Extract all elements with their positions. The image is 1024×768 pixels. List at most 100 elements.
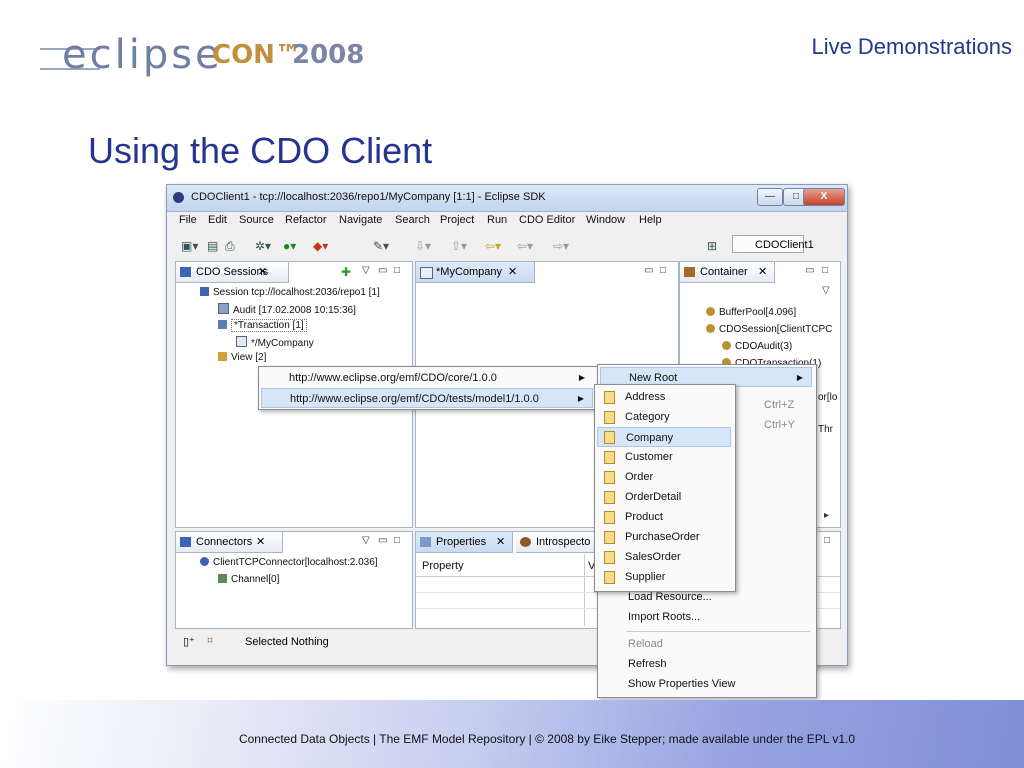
- menu-search[interactable]: Search: [395, 214, 430, 226]
- menu-item-salesorder[interactable]: SalesOrder: [597, 547, 731, 567]
- forward-icon[interactable]: ⇨▾: [553, 239, 569, 253]
- external-tools-icon[interactable]: ◆▾: [313, 239, 328, 253]
- menu-item-refresh[interactable]: Refresh: [628, 654, 667, 674]
- new-icon[interactable]: ▣▾: [181, 239, 198, 253]
- tree-item-audit[interactable]: Audit [17.02.2008 10:15:36]: [218, 303, 356, 316]
- tree-item-partial[interactable]: Thr: [818, 424, 833, 435]
- tree-label: Channel[0]: [231, 574, 280, 585]
- tab-mycompany[interactable]: *MyCompany ✕: [416, 262, 535, 283]
- minimize-view-icon[interactable]: ▭: [378, 535, 387, 546]
- tab-cdo-sessions[interactable]: CDO Sessions ✕: [176, 262, 289, 283]
- menu-item-label: http://www.eclipse.org/emf/CDO/tests/mod…: [290, 393, 539, 405]
- view-menu-icon[interactable]: ▽: [362, 265, 370, 276]
- maximize-view-icon[interactable]: □: [394, 535, 400, 546]
- last-edit-icon[interactable]: ⇦▾: [485, 239, 501, 253]
- menu-item-import-roots[interactable]: Import Roots...: [628, 607, 700, 627]
- tree-item-cdoaudit[interactable]: CDOAudit(3): [722, 341, 792, 352]
- close-button[interactable]: X: [803, 188, 845, 206]
- view-menu-icon[interactable]: ▽: [362, 535, 370, 546]
- tree-item-bufferpool[interactable]: BufferPool[4.096]: [706, 307, 796, 318]
- maximize-view-icon[interactable]: □: [660, 265, 666, 276]
- maximize-view-icon[interactable]: □: [394, 265, 400, 276]
- back-icon[interactable]: ⇦▾: [517, 239, 533, 253]
- close-tab-icon[interactable]: ✕: [758, 262, 767, 282]
- connector-icon: [180, 537, 191, 547]
- next-annotation-icon[interactable]: ⇩▾: [415, 239, 431, 253]
- menu-cdo-editor[interactable]: CDO Editor: [519, 214, 575, 226]
- resource-icon: [236, 336, 247, 347]
- menu-item-address[interactable]: Address: [597, 387, 731, 407]
- menu-item-reload[interactable]: Reload: [628, 634, 663, 654]
- tree-label: View [2]: [231, 352, 267, 363]
- prev-annotation-icon[interactable]: ⇧▾: [451, 239, 467, 253]
- menubar: File Edit Source Refactor Navigate Searc…: [167, 211, 847, 231]
- logo-eclipse-text: eclipse: [62, 32, 223, 78]
- view-menu-icon[interactable]: ▽: [822, 285, 830, 296]
- close-tab-icon[interactable]: ✕: [508, 262, 517, 282]
- menu-separator: [626, 631, 810, 632]
- menu-item-category[interactable]: Category: [597, 407, 731, 427]
- tree-item-cdosession[interactable]: CDOSession[ClientTCPC: [706, 324, 838, 335]
- perspective-switcher[interactable]: CDOClient1: [732, 235, 814, 253]
- menu-item-customer[interactable]: Customer: [597, 447, 731, 467]
- tree-label: */MyCompany: [251, 338, 314, 349]
- menu-item-company[interactable]: Company: [597, 427, 731, 447]
- scroll-right-icon[interactable]: ▸: [824, 510, 829, 521]
- window-title: CDOClient1 - tcp://localhost:2036/repo1/…: [191, 191, 546, 203]
- menu-item-orderdetail[interactable]: OrderDetail: [597, 487, 731, 507]
- print-icon[interactable]: ⎙: [225, 239, 235, 254]
- menu-file[interactable]: File: [179, 214, 197, 226]
- debug-icon[interactable]: ✲▾: [255, 239, 271, 253]
- tree-item-transaction[interactable]: *Transaction [1]: [218, 319, 307, 332]
- minimize-view-icon[interactable]: ▭: [378, 265, 387, 276]
- minimize-view-icon[interactable]: ▭: [644, 265, 653, 276]
- tab-properties[interactable]: Properties ✕: [416, 532, 513, 553]
- menu-source[interactable]: Source: [239, 214, 274, 226]
- submenu-arrow-icon: ▶: [578, 373, 585, 382]
- tab-connectors[interactable]: Connectors ✕: [176, 532, 283, 553]
- close-tab-icon[interactable]: ✕: [256, 532, 265, 552]
- menu-item-product[interactable]: Product: [597, 507, 731, 527]
- window-titlebar[interactable]: CDOClient1 - tcp://localhost:2036/repo1/…: [167, 185, 847, 212]
- tree-item-connector[interactable]: ClientTCPConnector[localhost:2.036]: [200, 557, 378, 568]
- tree-item-view[interactable]: View [2]: [218, 352, 266, 363]
- close-tab-icon[interactable]: ✕: [258, 262, 267, 282]
- maximize-view-icon[interactable]: □: [822, 265, 828, 276]
- menu-run[interactable]: Run: [487, 214, 507, 226]
- tree-item-session[interactable]: Session tcp://localhost:2036/repo1 [1]: [200, 287, 380, 298]
- session-icon: [200, 287, 209, 296]
- tab-container[interactable]: Container ✕: [680, 262, 775, 283]
- tree-label: CDOSession[ClientTCPC: [719, 324, 833, 335]
- close-tab-icon[interactable]: ✕: [496, 532, 505, 552]
- minimize-button[interactable]: —: [757, 188, 783, 206]
- menu-help[interactable]: Help: [639, 214, 662, 226]
- tree-item-channel[interactable]: Channel[0]: [218, 574, 279, 585]
- menu-refactor[interactable]: Refactor: [285, 214, 327, 226]
- tree-item-resource[interactable]: */MyCompany: [236, 336, 314, 349]
- menu-item-show-properties-view[interactable]: Show Properties View: [628, 674, 735, 694]
- menu-window[interactable]: Window: [586, 214, 625, 226]
- menu-project[interactable]: Project: [440, 214, 474, 226]
- menu-edit[interactable]: Edit: [208, 214, 227, 226]
- menu-item-core-package[interactable]: http://www.eclipse.org/emf/CDO/core/1.0.…: [261, 368, 593, 388]
- bean-icon: [706, 307, 715, 316]
- menu-navigate[interactable]: Navigate: [339, 214, 382, 226]
- menu-item-tests-package[interactable]: http://www.eclipse.org/emf/CDO/tests/mod…: [261, 388, 593, 408]
- open-perspective-icon[interactable]: ⊞: [707, 239, 717, 253]
- maximize-view-icon[interactable]: □: [824, 535, 830, 546]
- container-icon: [684, 267, 695, 277]
- column-header-property[interactable]: Property: [422, 560, 464, 572]
- menu-item-purchaseorder[interactable]: PurchaseOrder: [597, 527, 731, 547]
- fast-view-icon[interactable]: ▯⁺: [183, 635, 195, 648]
- minimize-view-icon[interactable]: ▭: [805, 265, 814, 276]
- open-type-icon[interactable]: ✎▾: [373, 239, 389, 253]
- tab-label: Introspecto: [536, 536, 591, 548]
- add-session-icon[interactable]: ✚: [341, 265, 351, 279]
- menu-item-supplier[interactable]: Supplier: [597, 567, 731, 587]
- eclipse-icon: [173, 192, 184, 203]
- class-icon: [604, 451, 615, 464]
- tree-item-partial[interactable]: or[lo: [818, 392, 837, 403]
- menu-item-order[interactable]: Order: [597, 467, 731, 487]
- save-icon[interactable]: ▤: [207, 239, 218, 253]
- run-icon[interactable]: ●▾: [283, 239, 296, 253]
